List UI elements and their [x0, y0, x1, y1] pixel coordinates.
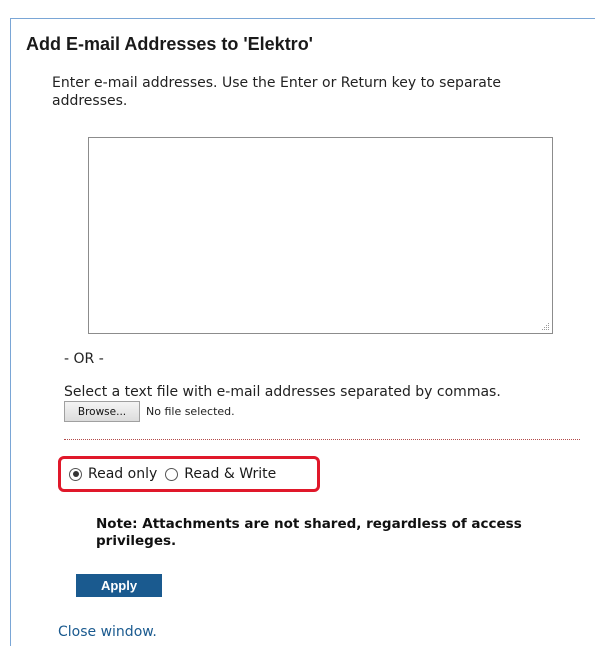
close-window-link[interactable]: Close window.	[58, 624, 157, 640]
dialog-title: Add E-mail Addresses to 'Elektro'	[26, 34, 313, 54]
resize-grip-icon[interactable]	[540, 321, 550, 331]
apply-button[interactable]: Apply	[76, 574, 162, 597]
email-instructions: Enter e-mail addresses. Use the Enter or…	[52, 75, 501, 109]
access-level-radio-group: Read only Read & Write	[58, 456, 320, 492]
email-addresses-textarea[interactable]	[88, 137, 553, 334]
section-divider	[64, 439, 580, 440]
file-instructions: Select a text file with e-mail addresses…	[64, 384, 501, 400]
or-separator-text: - OR -	[64, 351, 104, 367]
browse-button[interactable]: Browse...	[64, 401, 140, 422]
radio-read-write-label[interactable]: Read & Write	[184, 466, 276, 482]
radio-read-only[interactable]: Read only	[69, 466, 157, 482]
radio-read-only-button[interactable]	[69, 467, 82, 481]
radio-read-write[interactable]: Read & Write	[165, 466, 276, 482]
radio-read-write-button[interactable]	[165, 467, 179, 481]
radio-read-only-label[interactable]: Read only	[88, 466, 157, 482]
file-status-text: No file selected.	[146, 405, 235, 418]
attachments-note: Note: Attachments are not shared, regard…	[96, 516, 522, 549]
